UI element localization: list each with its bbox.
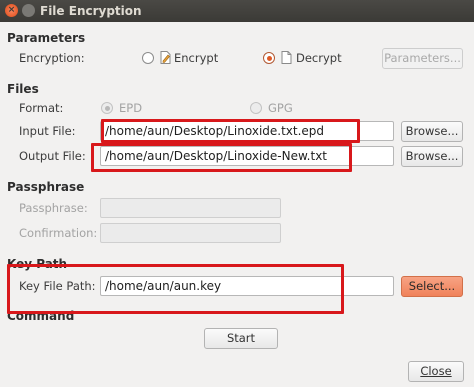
key-file-path-label: Key File Path: <box>19 279 96 293</box>
epd-radio[interactable] <box>101 102 113 114</box>
encrypt-file-icon <box>160 51 171 64</box>
keypath-section-label: Key Path <box>7 257 68 271</box>
passphrase-label: Passphrase: <box>19 201 88 215</box>
encrypt-radio-label[interactable]: Encrypt <box>174 51 218 65</box>
encryption-label: Encryption: <box>19 51 85 65</box>
input-file-field[interactable]: /home/aun/Desktop/Linoxide.txt.epd <box>100 121 394 141</box>
confirmation-label: Confirmation: <box>19 226 98 240</box>
parameters-button[interactable]: Parameters... <box>382 48 463 69</box>
decrypt-file-icon <box>281 51 292 64</box>
confirmation-field[interactable] <box>100 223 281 243</box>
window-close-icon[interactable]: × <box>5 4 18 17</box>
window-minimize-icon[interactable] <box>22 4 35 17</box>
input-file-label: Input File: <box>19 124 76 138</box>
files-section-label: Files <box>7 82 39 96</box>
decrypt-radio[interactable] <box>263 52 275 64</box>
output-browse-button[interactable]: Browse... <box>401 146 463 167</box>
encrypt-radio[interactable] <box>142 52 154 64</box>
output-file-field[interactable]: /home/aun/Desktop/Linoxide-New.txt <box>100 146 394 166</box>
close-button-label: Close <box>420 364 452 378</box>
key-select-button[interactable]: Select... <box>401 276 463 297</box>
passphrase-field[interactable] <box>100 198 281 218</box>
close-button[interactable]: Close <box>408 361 464 382</box>
decrypt-radio-label[interactable]: Decrypt <box>296 51 342 65</box>
passphrase-section-label: Passphrase <box>7 180 85 194</box>
epd-radio-label: EPD <box>119 101 143 115</box>
window-title: File Encryption <box>40 4 142 18</box>
gpg-radio-label: GPG <box>268 101 293 115</box>
key-file-path-field[interactable]: /home/aun/aun.key <box>100 276 394 296</box>
command-section-label: Command <box>7 309 75 323</box>
title-bar: × File Encryption <box>0 0 474 22</box>
output-file-label: Output File: <box>19 149 86 163</box>
input-browse-button[interactable]: Browse... <box>401 121 463 142</box>
start-button[interactable]: Start <box>204 328 278 349</box>
format-label: Format: <box>19 101 64 115</box>
gpg-radio[interactable] <box>250 102 262 114</box>
parameters-section-label: Parameters <box>7 31 86 45</box>
